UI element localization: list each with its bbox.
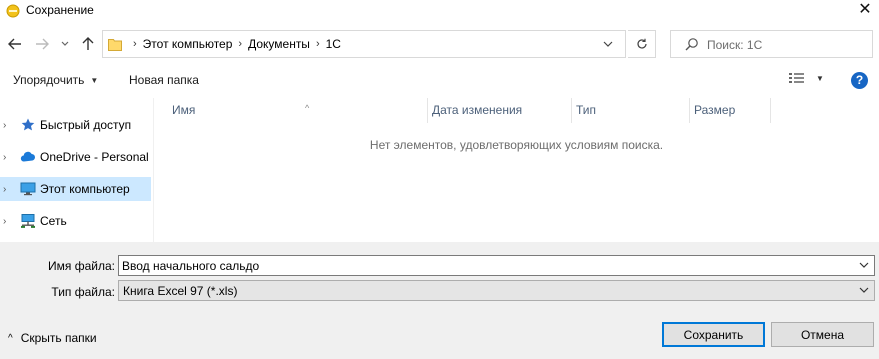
tree-item-onedrive[interactable]: › OneDrive - Personal	[0, 145, 151, 169]
breadcrumb-separator[interactable]: ›	[316, 38, 320, 50]
cloud-icon	[20, 151, 35, 162]
navigation-pane: › Быстрый доступ › OneDrive - Personal ›…	[0, 98, 153, 242]
save-button[interactable]: Сохранить	[662, 322, 765, 347]
filetype-label: Тип файла:	[51, 285, 115, 299]
details-view-icon	[789, 73, 804, 83]
title-bar: Сохранение ✕	[0, 0, 879, 26]
address-dropdown-button[interactable]	[599, 35, 617, 53]
search-icon	[685, 38, 698, 51]
filename-field[interactable]	[118, 255, 875, 276]
save-form: Имя файла: Тип файла: Книга Excel 97 (*.…	[0, 242, 879, 359]
arrow-up-icon	[82, 37, 94, 50]
new-folder-button[interactable]: Новая папка	[129, 73, 199, 87]
chevron-down-icon[interactable]	[858, 259, 870, 271]
filetype-value: Книга Excel 97 (*.xls)	[123, 284, 238, 298]
arrow-right-icon	[36, 38, 49, 50]
computer-icon	[20, 182, 36, 196]
star-icon	[21, 118, 35, 131]
breadcrumb-separator[interactable]: ›	[238, 38, 242, 50]
navigation-bar: › Этот компьютер › Документы › 1C	[0, 27, 879, 63]
tree-item-label: Быстрый доступ	[40, 118, 132, 132]
help-button[interactable]: ?	[851, 72, 868, 89]
caret-down-icon: ▼	[816, 73, 824, 83]
column-label: Имя	[172, 103, 196, 117]
hide-folders-button[interactable]: ^ Скрыть папки	[8, 331, 97, 345]
chevron-down-icon	[61, 41, 69, 46]
window-title: Сохранение	[26, 3, 94, 17]
filename-label: Имя файла:	[48, 259, 115, 273]
organize-button[interactable]: Упорядочить ▼	[13, 73, 98, 87]
chevron-down-icon	[859, 287, 869, 293]
refresh-icon	[636, 38, 647, 49]
forward-button[interactable]	[33, 35, 51, 53]
chevron-right-icon[interactable]: ›	[3, 120, 6, 131]
new-folder-label: Новая папка	[129, 73, 199, 87]
tree-item-this-pc[interactable]: › Этот компьютер	[0, 177, 151, 201]
network-icon	[21, 214, 35, 228]
column-label: Размер	[694, 103, 736, 117]
tree-item-label: OneDrive - Personal	[40, 150, 149, 164]
column-header-date[interactable]: Дата изменения	[428, 98, 572, 123]
command-toolbar: Упорядочить ▼ Новая папка ▼ ?	[0, 63, 879, 97]
recent-locations-button[interactable]	[58, 35, 72, 53]
folder-icon	[108, 39, 122, 51]
tree-item-label: Сеть	[40, 214, 67, 228]
column-header-size[interactable]: Размер	[690, 98, 771, 123]
app-icon	[6, 4, 20, 18]
back-button[interactable]	[6, 35, 24, 53]
change-view-button[interactable]: ▼	[788, 72, 824, 84]
file-list: Имя ^ Дата изменения Тип Размер Нет элем…	[154, 98, 879, 242]
tree-item-quick-access[interactable]: › Быстрый доступ	[0, 113, 151, 137]
up-button[interactable]	[79, 35, 97, 53]
breadcrumb: › Этот компьютер › Документы › 1C	[127, 31, 341, 57]
breadcrumb-1c[interactable]: 1C	[326, 37, 341, 51]
breadcrumb-separator: ›	[133, 38, 137, 50]
caret-down-icon: ▼	[90, 75, 99, 85]
filetype-select[interactable]: Книга Excel 97 (*.xls)	[118, 280, 875, 301]
chevron-right-icon[interactable]: ›	[3, 184, 6, 195]
address-bar[interactable]: › Этот компьютер › Документы › 1C	[102, 30, 626, 58]
column-header-name[interactable]: Имя ^	[168, 98, 428, 123]
tree-item-network[interactable]: › Сеть	[0, 209, 151, 233]
chevron-right-icon[interactable]: ›	[3, 216, 6, 227]
empty-message: Нет элементов, удовлетворяющих условиям …	[369, 138, 664, 152]
close-button[interactable]: ✕	[851, 0, 879, 22]
breadcrumb-documents[interactable]: Документы	[248, 37, 310, 51]
search-input[interactable]	[707, 36, 867, 54]
hide-folders-label: Скрыть папки	[20, 331, 97, 345]
sort-ascending-icon: ^	[305, 103, 310, 113]
tree-item-label: Этот компьютер	[40, 182, 130, 196]
filename-input[interactable]	[122, 258, 852, 274]
search-box[interactable]	[670, 30, 873, 58]
chevron-down-icon	[603, 41, 613, 47]
chevron-up-icon: ^	[8, 332, 13, 344]
column-label: Дата изменения	[432, 103, 523, 117]
chevron-right-icon[interactable]: ›	[3, 152, 6, 163]
column-header-type[interactable]: Тип	[572, 98, 690, 123]
arrow-left-icon	[8, 38, 21, 50]
refresh-button[interactable]	[628, 30, 656, 58]
column-label: Тип	[576, 103, 597, 117]
breadcrumb-this-pc[interactable]: Этот компьютер	[143, 37, 233, 51]
cancel-button[interactable]: Отмена	[771, 322, 874, 347]
organize-label: Упорядочить	[13, 73, 85, 87]
